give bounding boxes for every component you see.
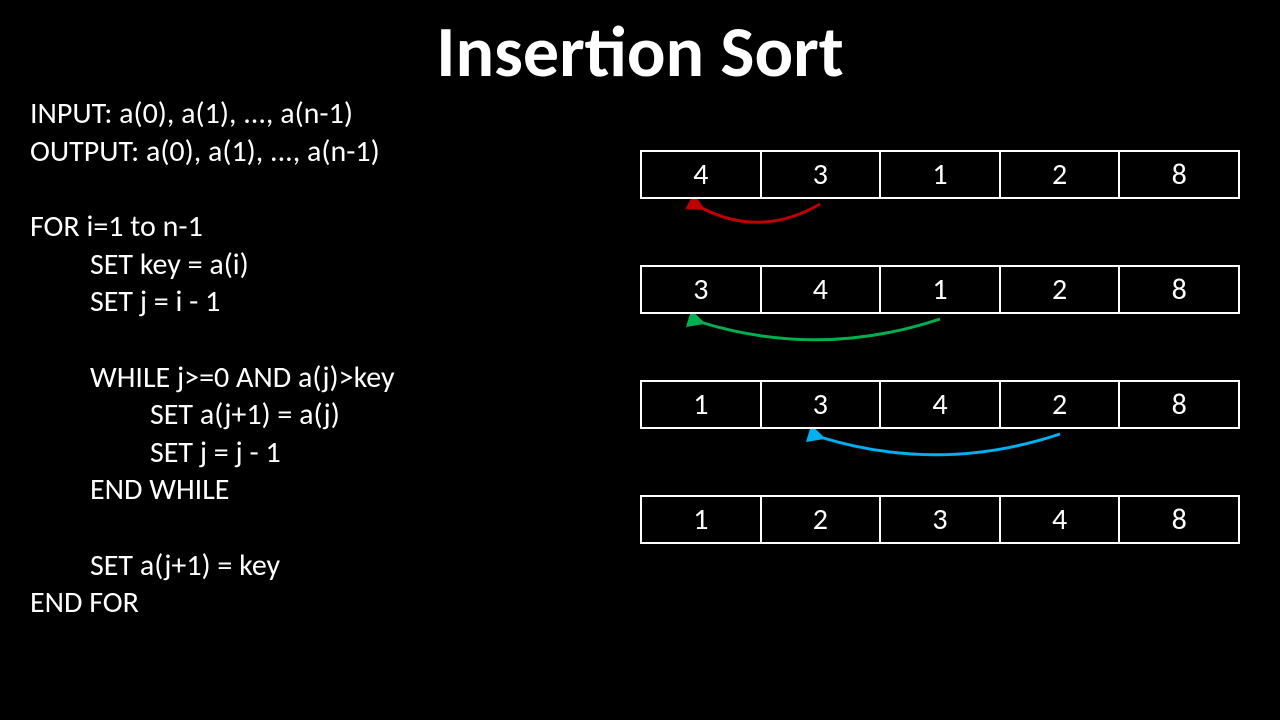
- array-cell: 2: [762, 497, 882, 542]
- array-cell: 2: [1001, 152, 1121, 197]
- array-cell: 4: [881, 382, 1001, 427]
- array-cell: 3: [642, 267, 762, 312]
- array-cell: 8: [1120, 152, 1238, 197]
- array-step-3: 1 3 4 2 8: [640, 380, 1250, 469]
- code-line: SET j = i - 1: [30, 283, 395, 321]
- array-cell: 1: [642, 497, 762, 542]
- array-cell: 8: [1120, 497, 1238, 542]
- array-step-2: 3 4 1 2 8: [640, 265, 1250, 354]
- code-line: OUTPUT: a(0), a(1), ..., a(n-1): [30, 133, 395, 171]
- code-line: SET a(j+1) = a(j): [30, 396, 395, 434]
- array-cell: 8: [1120, 267, 1238, 312]
- code-line: WHILE j>=0 AND a(j)>key: [30, 359, 395, 397]
- array-step-4: 1 2 3 4 8: [640, 495, 1250, 544]
- array-cell: 2: [1001, 382, 1121, 427]
- array-cell: 4: [762, 267, 882, 312]
- code-line: SET key = a(i): [30, 246, 395, 284]
- swap-arrow-icon: [640, 429, 1240, 469]
- page-title: Insertion Sort: [0, 0, 1280, 96]
- array-cell: 3: [881, 497, 1001, 542]
- array-cell: 4: [642, 152, 762, 197]
- code-line: INPUT: a(0), a(1), ..., a(n-1): [30, 95, 395, 133]
- swap-arrow-icon: [640, 314, 1240, 354]
- code-line: END FOR: [30, 584, 395, 622]
- array-visualization: 4 3 1 2 8 3 4 1 2 8: [640, 150, 1250, 570]
- array-step-1: 4 3 1 2 8: [640, 150, 1250, 239]
- array-cell: 3: [762, 382, 882, 427]
- code-line: END WHILE: [30, 471, 395, 509]
- swap-arrow-icon: [640, 199, 1240, 239]
- array-cell: 1: [881, 267, 1001, 312]
- pseudocode-block: INPUT: a(0), a(1), ..., a(n-1) OUTPUT: a…: [30, 95, 395, 622]
- array-cell: 3: [762, 152, 882, 197]
- code-line: SET a(j+1) = key: [30, 547, 395, 585]
- code-line: FOR i=1 to n-1: [30, 208, 395, 246]
- array-cell: 1: [881, 152, 1001, 197]
- array-cell: 1: [642, 382, 762, 427]
- array-cell: 4: [1001, 497, 1121, 542]
- array-cell: 2: [1001, 267, 1121, 312]
- array-cell: 8: [1120, 382, 1238, 427]
- code-line: SET j = j - 1: [30, 434, 395, 472]
